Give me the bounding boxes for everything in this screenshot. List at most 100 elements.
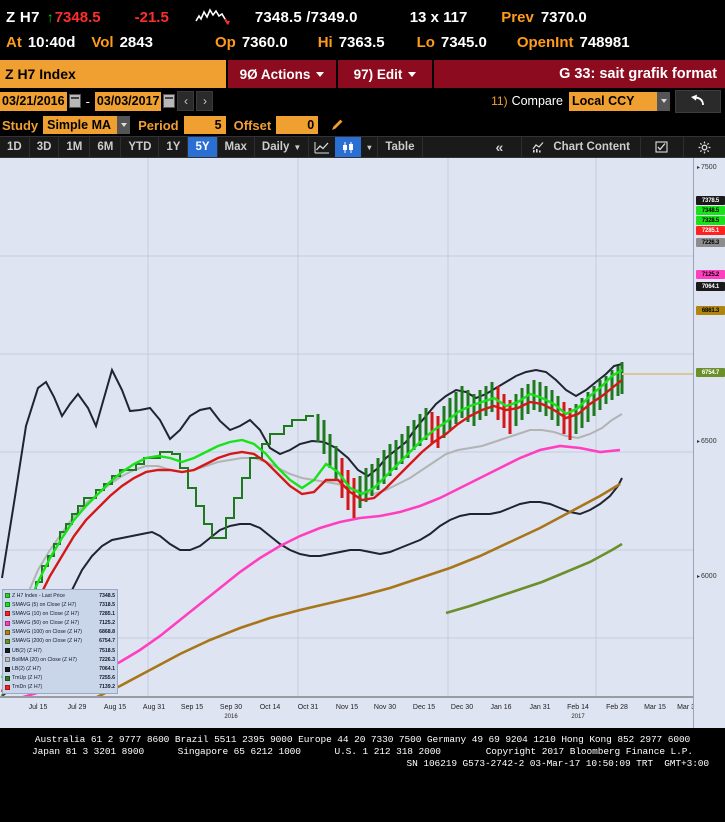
legend-swatch	[5, 657, 10, 663]
actions-menu-button[interactable]: 9Ø Actions	[228, 60, 338, 88]
range-button-ytd[interactable]: YTD	[121, 137, 160, 157]
price-label: 7285.1	[696, 226, 725, 235]
legend-swatch	[5, 611, 10, 617]
range-button-5y[interactable]: 5Y	[188, 137, 218, 157]
function-bar: Z H7 Index 9Ø Actions 97) Edit G 33: sai…	[0, 60, 725, 88]
collapse-panel-button[interactable]: «	[478, 137, 523, 157]
pencil-icon[interactable]	[330, 118, 344, 132]
price-chart[interactable]: Z H7 Index - Last Price 7348.5 SMAVG (5)…	[0, 158, 725, 728]
legend-swatch	[5, 602, 10, 608]
start-date-input[interactable]: 03/21/2016	[0, 91, 67, 111]
at-label: At	[6, 33, 22, 51]
chevron-down-icon	[316, 71, 325, 77]
range-button-1y[interactable]: 1Y	[159, 137, 189, 157]
compare-label[interactable]: Compare	[512, 94, 563, 108]
x-tick-label: Oct 14	[259, 704, 281, 711]
low-value: 7345.0	[440, 33, 487, 51]
y-tick-label: 6500	[697, 438, 717, 445]
legend-swatch	[5, 666, 10, 672]
actions-menu-label: 9Ø Actions	[239, 66, 311, 82]
range-label: Max	[224, 141, 247, 153]
settings-button[interactable]	[684, 137, 725, 157]
vol-label: Vol	[91, 33, 114, 51]
prev-period-button[interactable]: ‹	[177, 91, 195, 111]
security-ticker-label: Z H7 Index	[5, 66, 76, 82]
chart-plot-area[interactable]: Z H7 Index - Last Price 7348.5 SMAVG (5)…	[0, 158, 693, 705]
range-button-1d[interactable]: 1D	[0, 137, 30, 157]
legend-series-name: LB(2) (Z H7)	[12, 666, 41, 673]
legend-swatch	[5, 593, 10, 599]
line-chart-icon[interactable]	[309, 137, 335, 157]
end-date-input[interactable]: 03/03/2017	[94, 91, 162, 111]
sparkline-icon	[195, 7, 231, 27]
price-label: 7226.3	[696, 238, 725, 247]
chart-content-button[interactable]: Chart Content	[522, 137, 641, 157]
candlestick-icon[interactable]	[335, 137, 362, 157]
range-button-3d[interactable]: 3D	[30, 137, 60, 157]
period-input[interactable]: 5	[183, 116, 226, 134]
chevron-down-icon	[408, 71, 417, 77]
openint-value: 748981	[579, 33, 630, 51]
price-label: 6754.7	[696, 368, 725, 377]
compare-currency-select[interactable]: Local CCY	[569, 91, 657, 111]
undo-button[interactable]	[675, 89, 721, 113]
chevron-right-icon: ›	[202, 94, 207, 108]
legend-series-name: TmDn (Z H7)	[12, 684, 43, 691]
chart-legend[interactable]: Z H7 Index - Last Price 7348.5 SMAVG (5)…	[2, 588, 118, 694]
legend-series-value: 7518.5	[99, 647, 115, 654]
legend-row: Z H7 Index - Last Price 7348.5	[5, 591, 115, 600]
table-label: Table	[385, 141, 415, 153]
x-tick-label: Aug 31	[142, 704, 166, 711]
undo-arrow-icon	[691, 94, 704, 106]
chevron-down-icon	[120, 123, 127, 127]
legend-swatch	[5, 638, 10, 644]
end-date-value: 03/03/2017	[96, 94, 160, 108]
chevron-down-icon: ▾	[367, 142, 372, 152]
x-axis-line	[0, 696, 693, 698]
quote-size: 13 x 117	[409, 8, 468, 26]
chart-toolbar: 1D 3D 1M 6M YTD 1Y 5Y Max Daily ▼ ▾ Tabl…	[0, 136, 725, 158]
compare-dropdown-arrow[interactable]	[657, 91, 670, 111]
chart-y-axis[interactable]: 7500 6500 6000 7378.5 7348.5 7328.5 7285…	[693, 158, 725, 728]
open-value: 7360.0	[241, 33, 288, 51]
range-button-max[interactable]: Max	[218, 137, 255, 157]
legend-series-value: 7125.2	[99, 620, 115, 627]
legend-series-value: 7226.3	[99, 656, 115, 663]
legend-row: UB(2) (Z H7) 7518.5	[5, 646, 115, 655]
x-tick-label: Jul 29	[67, 704, 87, 711]
range-button-6m[interactable]: 6M	[90, 137, 122, 157]
legend-row: SMAVG (200) on Close (Z H7) 6754.7	[5, 637, 115, 646]
study-dropdown-arrow[interactable]	[117, 116, 131, 134]
x-tick-label: Nov 15	[335, 704, 359, 711]
calendar-icon[interactable]	[163, 94, 176, 108]
x-year-label: 2017	[571, 714, 585, 720]
y-tick-label: 7500	[697, 164, 717, 171]
legend-row: SMAVG (5) on Close (Z H7) 7318.5	[5, 600, 115, 609]
legend-series-value: 6754.7	[99, 638, 115, 645]
annotate-icon	[655, 141, 668, 153]
interval-select[interactable]: Daily ▼	[255, 137, 310, 157]
legend-series-name: TmUp (Z H7)	[12, 675, 43, 682]
edit-menu-button[interactable]: 97) Edit	[338, 60, 434, 88]
x-tick-label: Aug 15	[103, 704, 127, 711]
calendar-icon[interactable]	[68, 94, 81, 108]
at-time: 10:40d	[27, 33, 76, 51]
offset-input[interactable]: 0	[276, 116, 319, 134]
chevron-left-icon: ‹	[183, 94, 188, 108]
annotate-button[interactable]	[641, 137, 684, 157]
study-type-select[interactable]: Simple MA	[43, 116, 118, 134]
next-period-button[interactable]: ›	[196, 91, 214, 111]
offset-value: 0	[307, 118, 315, 132]
table-button[interactable]: Table	[378, 137, 423, 157]
quote-net-change: -21.5	[134, 8, 169, 26]
footer-contact-info: Australia 61 2 9777 8600 Brazil 5511 239…	[0, 728, 725, 790]
chart-type-dropdown[interactable]: ▾	[361, 137, 379, 157]
high-value: 7363.5	[338, 33, 385, 51]
range-button-1m[interactable]: 1M	[59, 137, 91, 157]
legend-series-name: SMAVG (200) on Close (Z H7)	[12, 638, 82, 645]
x-tick-label: Sep 30	[219, 704, 243, 711]
chevron-down-icon	[660, 99, 667, 103]
quote-bid-ask: 7348.5 /7349.0	[254, 8, 358, 26]
bloomberg-terminal-window: Z H7 ↑ 7348.5 -21.5 7348.5 /7349.0 13 x …	[0, 0, 725, 822]
security-ticker-field[interactable]: Z H7 Index	[0, 60, 228, 88]
